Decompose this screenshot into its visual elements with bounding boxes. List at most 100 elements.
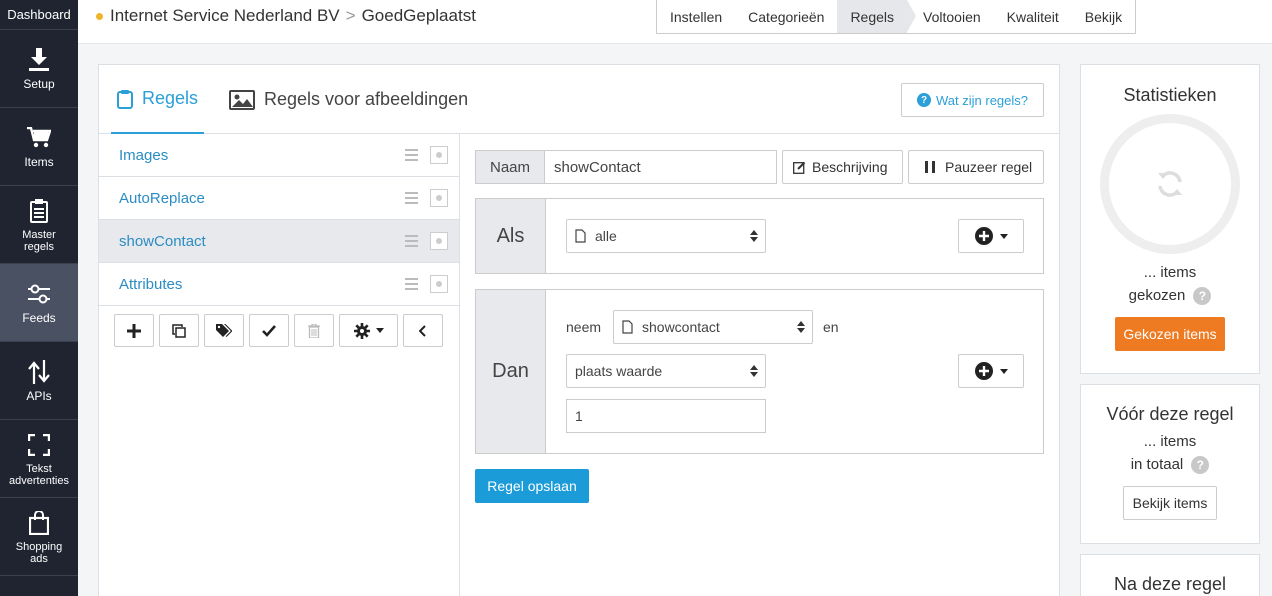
sidebar-item-label: Master regels [22, 228, 56, 253]
before-total-line: in totaal? [1081, 456, 1259, 475]
step-regels[interactable]: Regels [837, 0, 916, 33]
name-label: Naam [475, 150, 545, 184]
status-dot [96, 12, 103, 20]
tab-image-rules[interactable]: Regels voor afbeeldingen [229, 65, 468, 134]
drag-handle-icon[interactable] [405, 278, 418, 293]
rule-item-autoreplace[interactable]: AutoReplace [99, 177, 459, 220]
description-button[interactable]: Beschrijving [782, 150, 903, 184]
breadcrumb-project[interactable]: GoedGeplaatst [362, 6, 476, 26]
condition-label: Als [476, 199, 546, 273]
breadcrumb: Internet Service Nederland BV > GoedGepl… [96, 6, 476, 26]
save-rule-button[interactable]: Regel opslaan [475, 469, 589, 503]
select-caret-icon [797, 321, 805, 333]
help-rules-button[interactable]: ? Wat zijn regels? [901, 83, 1044, 117]
tags-icon [216, 323, 232, 337]
drag-handle-icon[interactable] [405, 235, 418, 250]
plus-icon [127, 323, 141, 338]
step-voltooien[interactable]: Voltooien [907, 0, 994, 33]
wizard-steps: Instellen Categorieën Regels Voltooien K… [656, 0, 1137, 34]
settings-dropdown-button[interactable] [339, 314, 398, 347]
collapse-button[interactable] [403, 314, 443, 347]
copy-icon [172, 323, 186, 338]
check-rule-button[interactable] [249, 314, 289, 347]
sidebar-item-master-rules[interactable]: Master regels [0, 186, 78, 264]
after-rule-title: Na deze regel [1113, 574, 1227, 594]
condition-block: Als alle [475, 198, 1044, 274]
field-select[interactable]: showcontact [613, 310, 813, 344]
rule-label: Images [119, 146, 169, 164]
stats-card: Statistieken ... items gekozen? Gekozen … [1080, 64, 1260, 374]
delete-rule-button[interactable] [294, 314, 334, 347]
rules-panel: Regels Regels voor afbeeldingen ? Wat zi… [98, 64, 1060, 596]
question-icon: ? [917, 93, 931, 107]
sidebar-item-label: Feeds [22, 311, 56, 325]
take-label: neem [566, 319, 602, 335]
rule-toggle[interactable] [430, 232, 448, 250]
drag-handle-icon[interactable] [405, 192, 418, 207]
condition-select[interactable]: alle [566, 219, 766, 253]
sliders-icon [28, 280, 50, 308]
caret-down-icon [999, 368, 1008, 374]
help-rules-label: Wat zijn regels? [936, 92, 1028, 108]
trash-icon [308, 323, 320, 338]
description-label: Beschrijving [812, 159, 888, 175]
before-rule-title: Vóór deze regel [1106, 404, 1234, 424]
step-instellen[interactable]: Instellen [657, 0, 735, 33]
rule-name-input[interactable] [545, 150, 777, 184]
value-input[interactable] [566, 399, 766, 433]
before-items-count: ... items [1143, 433, 1197, 450]
action-select[interactable]: plaats waarde [566, 354, 766, 388]
shopping-bag-icon [29, 509, 49, 537]
rule-toggle[interactable] [430, 275, 448, 293]
add-action-button[interactable] [958, 354, 1024, 388]
sidebar-item-items[interactable]: Items [0, 108, 78, 186]
step-categorieen[interactable]: Categorieën [735, 0, 837, 33]
check-icon [262, 324, 276, 337]
stats-items-count: ... items [1143, 264, 1197, 281]
sidebar-item-apis[interactable]: APIs [0, 342, 78, 420]
breadcrumb-company[interactable]: Internet Service Nederland BV [110, 6, 340, 26]
add-condition-button[interactable] [958, 219, 1024, 253]
rule-toggle[interactable] [430, 146, 448, 164]
tab-rules[interactable]: Regels [111, 65, 205, 134]
rule-editor: Naam Beschrijving Pauzeer regel Als alle [475, 150, 1045, 454]
add-rule-button[interactable] [114, 314, 154, 347]
caret-down-icon [375, 328, 384, 333]
and-label: en [823, 319, 839, 335]
plus-circle-icon [974, 362, 993, 380]
sidebar-item-label: Shopping ads [15, 540, 63, 565]
question-icon[interactable]: ? [1193, 287, 1212, 306]
download-icon [28, 46, 50, 74]
action-block: Dan neem showcontact en plaats waarde [475, 289, 1044, 454]
rule-item-showcontact[interactable]: showContact [99, 220, 459, 263]
tab-image-rules-label: Regels voor afbeeldingen [264, 89, 469, 109]
sidebar-item-shopping-ads[interactable]: Shopping ads [0, 498, 78, 576]
rule-toggle[interactable] [430, 189, 448, 207]
rule-item-attributes[interactable]: Attributes [99, 263, 459, 306]
sidebar-dashboard[interactable]: Dashboard [0, 0, 78, 30]
rule-list: Images AutoReplace showContact Attribute… [99, 134, 460, 596]
step-bekijk[interactable]: Bekijk [1072, 0, 1135, 33]
step-kwaliteit[interactable]: Kwaliteit [994, 0, 1072, 33]
top-bar: Internet Service Nederland BV > GoedGepl… [78, 0, 1272, 44]
pause-rule-button[interactable]: Pauzeer regel [908, 150, 1044, 184]
after-rule-card: Na deze regel [1080, 554, 1260, 596]
select-caret-icon [750, 365, 758, 377]
chosen-items-button[interactable]: Gekozen items [1115, 317, 1225, 352]
sidebar-item-text-ads[interactable]: Tekst advertenties [0, 420, 78, 498]
drag-handle-icon[interactable] [405, 149, 418, 164]
image-icon [229, 89, 255, 110]
copy-rule-button[interactable] [159, 314, 199, 347]
gear-icon [353, 322, 370, 339]
tag-rule-button[interactable] [204, 314, 244, 347]
condition-select-value: alle [595, 228, 617, 244]
view-items-button[interactable]: Bekijk items [1123, 486, 1217, 521]
rule-item-images[interactable]: Images [99, 134, 459, 177]
question-icon[interactable]: ? [1191, 456, 1210, 475]
arrows-updown-icon [28, 358, 50, 386]
sidebar-item-setup[interactable]: Setup [0, 30, 78, 108]
sidebar-item-label: Tekst advertenties [9, 462, 69, 487]
stats-title: Statistieken [1123, 85, 1217, 105]
stats-chosen-line: gekozen? [1081, 287, 1259, 306]
sidebar-item-feeds[interactable]: Feeds [0, 264, 78, 342]
